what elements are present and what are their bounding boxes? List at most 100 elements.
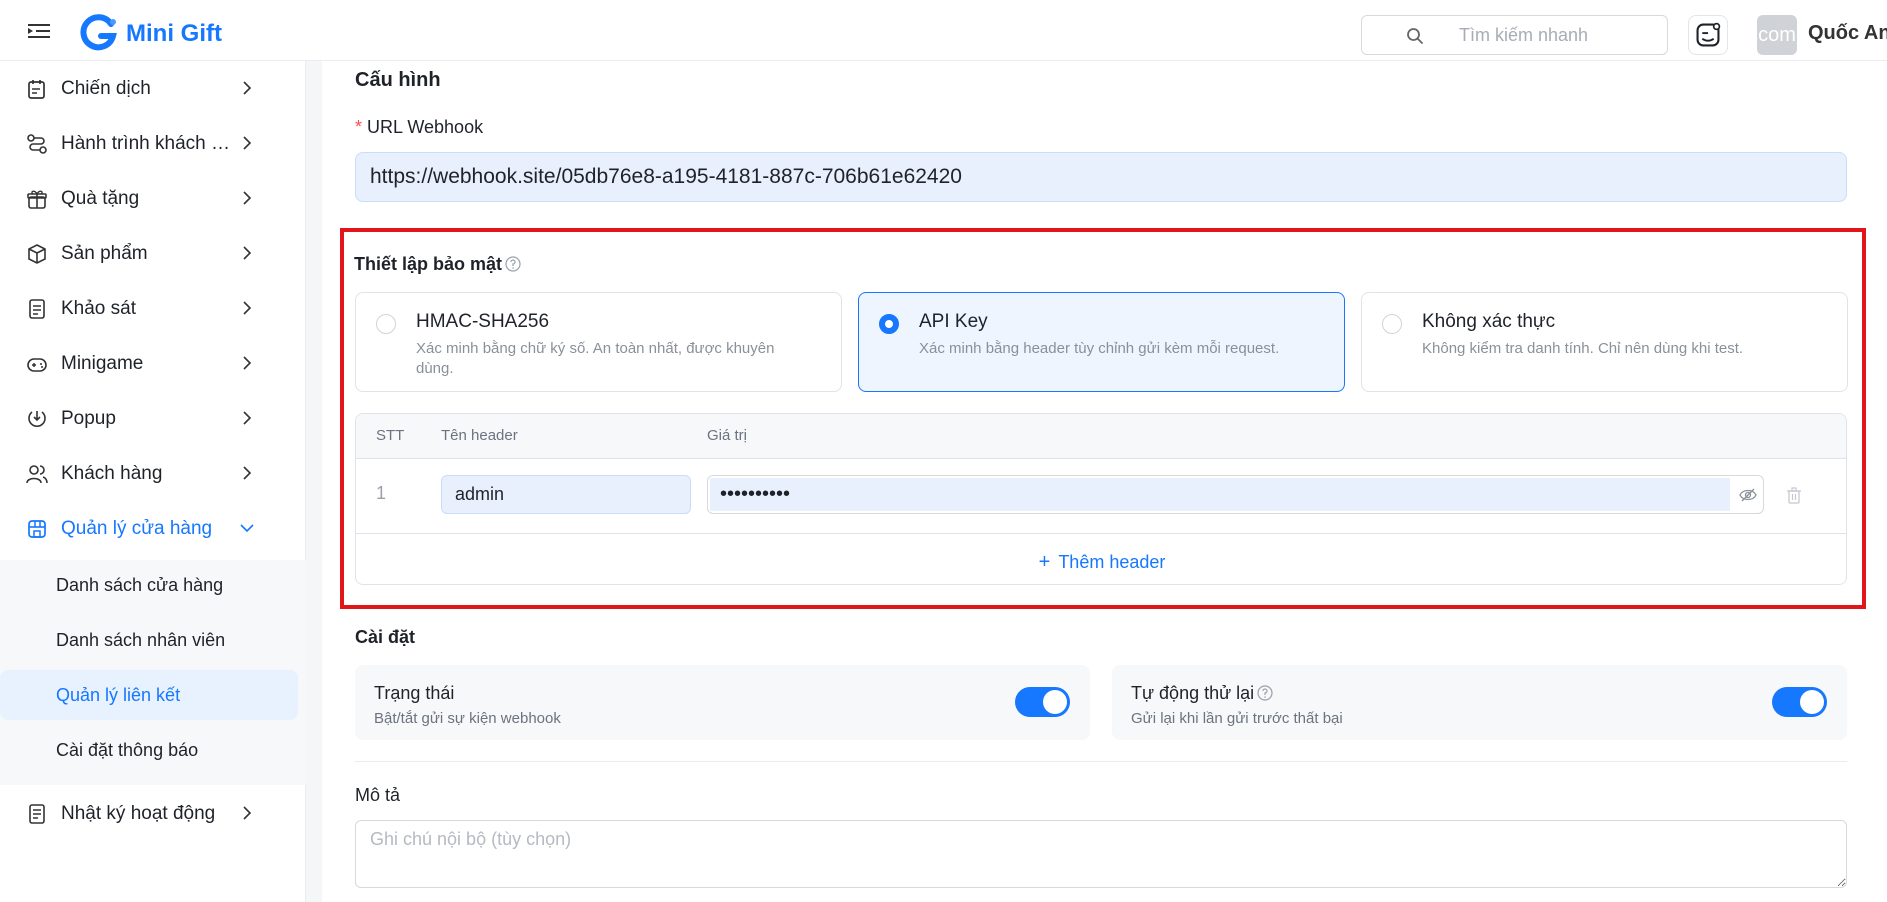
submenu-item-store-list[interactable]: Danh sách cửa hàng <box>0 560 298 610</box>
chevron-right-icon <box>243 136 252 150</box>
gift-icon <box>27 190 47 209</box>
auth-option-title: API Key <box>919 311 988 332</box>
auth-option-desc: Không kiểm tra danh tính. Chỉ nên dùng k… <box>1422 340 1744 357</box>
sidebar-item-customers[interactable]: Khách hàng <box>0 446 306 501</box>
retry-title: Tự động thử lại <box>1131 683 1255 703</box>
submenu-item-label: Cài đặt thông báo <box>56 740 199 760</box>
top-bar: Mini Gift com Quốc An <box>0 0 1887 61</box>
header-value-field[interactable] <box>707 475 1764 514</box>
search-icon <box>1407 28 1423 44</box>
survey-icon <box>29 299 45 319</box>
section-divider <box>355 761 1847 762</box>
radio-hmac[interactable] <box>376 314 396 334</box>
submenu-item-label: Danh sách nhân viên <box>56 630 226 650</box>
header-name-input[interactable] <box>441 475 691 514</box>
delete-row-icon[interactable] <box>1786 487 1802 504</box>
route-icon <box>27 134 47 154</box>
store-submenu: Danh sách cửa hàng Danh sách nhân viên Q… <box>0 560 306 785</box>
settings-title: Cài đặt <box>355 627 416 647</box>
col-value-header: Giá trị <box>707 427 748 444</box>
sidebar-item-campaigns[interactable]: Chiến dịch <box>0 61 306 116</box>
col-index-header: STT <box>376 427 405 444</box>
chevron-right-icon <box>243 411 252 425</box>
plus-icon: + <box>1038 551 1051 573</box>
sidebar-item-label: Khách hàng <box>61 463 163 484</box>
chevron-right-icon <box>243 191 252 205</box>
log-icon <box>29 804 45 824</box>
store-icon <box>28 520 46 538</box>
radio-none[interactable] <box>1382 314 1402 334</box>
retry-setting-card: Tự động thử lại Gửi lại khi lần gửi trướ… <box>1112 665 1847 740</box>
status-setting-card: Trạng thái Bật/tắt gửi sự kiện webhook <box>355 665 1090 740</box>
url-label: URL Webhook <box>367 117 484 137</box>
sidebar-item-label: Quản lý cửa hàng <box>61 518 213 539</box>
sidebar-item-surveys[interactable]: Khảo sát <box>0 281 306 336</box>
sidebar-item-popup[interactable]: Popup <box>0 391 306 446</box>
sidebar-item-label: Minigame <box>61 353 144 374</box>
auth-option-none[interactable]: Không xác thực Không kiểm tra danh tính.… <box>1361 292 1848 392</box>
sidebar-item-customer-journey[interactable]: Hành trình khách hàng <box>0 116 306 171</box>
submenu-item-staff-list[interactable]: Danh sách nhân viên <box>0 615 298 665</box>
help-icon[interactable] <box>1257 685 1273 701</box>
chevron-down-icon <box>240 524 254 533</box>
security-title: Thiết lập bảo mật <box>354 254 503 274</box>
auth-option-title: HMAC-SHA256 <box>416 311 550 332</box>
sidebar-item-store-management[interactable]: Quản lý cửa hàng <box>0 501 306 556</box>
brand-name: Mini Gift <box>126 20 222 47</box>
retry-desc: Gửi lại khi lần gửi trước thất bại <box>1131 710 1343 727</box>
submenu-item-link-management[interactable]: Quản lý liên kết <box>0 670 298 720</box>
webhook-url-input[interactable] <box>355 152 1847 202</box>
help-icon[interactable] <box>505 256 521 272</box>
submenu-item-label: Quản lý liên kết <box>56 685 181 705</box>
sidebar-item-label: Nhật ký hoạt động <box>61 803 216 824</box>
auth-option-hmac[interactable]: HMAC-SHA256 Xác minh bằng chữ ký số. An … <box>355 292 842 392</box>
url-label-wrapper: * URL Webhook <box>355 117 483 138</box>
chevron-right-icon <box>243 806 252 820</box>
box-icon <box>28 244 46 264</box>
radio-api-key[interactable] <box>879 314 899 334</box>
status-toggle[interactable] <box>1015 687 1070 717</box>
menu-toggle-icon[interactable] <box>28 24 50 38</box>
status-desc: Bật/tắt gửi sự kiện webhook <box>374 710 561 727</box>
table-header-row: STT Tên header Giá trị <box>356 414 1846 459</box>
sidebar-item-gifts[interactable]: Quà tặng <box>0 171 306 226</box>
retry-title-wrapper: Tự động thử lại <box>1131 683 1273 704</box>
chevron-right-icon <box>243 466 252 480</box>
retry-toggle[interactable] <box>1772 687 1827 717</box>
auth-option-title: Không xác thực <box>1422 311 1556 332</box>
sidebar: Chiến dịch Hành trình khách hàng Quà tặn… <box>0 61 306 902</box>
chevron-right-icon <box>243 81 252 95</box>
chevron-right-icon <box>243 356 252 370</box>
search-input[interactable] <box>1459 24 1654 46</box>
notification-button[interactable] <box>1688 15 1728 55</box>
chevron-right-icon <box>243 246 252 260</box>
sidebar-item-minigame[interactable]: Minigame <box>0 336 306 391</box>
popup-icon <box>28 411 46 427</box>
sidebar-item-activity-log[interactable]: Nhật ký hoạt động <box>0 786 306 841</box>
add-header-label: Thêm header <box>1058 552 1166 572</box>
auth-option-desc: Xác minh bằng header tùy chỉnh gửi kèm m… <box>919 340 1280 357</box>
quick-search[interactable] <box>1361 15 1668 55</box>
description-label: Mô tả <box>355 785 401 805</box>
toggle-knob <box>1043 690 1067 714</box>
user-name[interactable]: Quốc An <box>1808 22 1887 45</box>
submenu-item-label: Danh sách cửa hàng <box>56 575 224 595</box>
sidebar-item-products[interactable]: Sản phẩm <box>0 226 306 281</box>
submenu-item-notification-settings[interactable]: Cài đặt thông báo <box>0 725 298 775</box>
sidebar-item-label: Popup <box>61 408 116 429</box>
header-table: STT Tên header Giá trị 1 + Thêm header <box>355 413 1847 585</box>
sidebar-item-label: Sản phẩm <box>61 243 148 264</box>
add-header-button[interactable]: + Thêm header <box>356 533 1846 584</box>
status-title: Trạng thái <box>374 683 455 703</box>
brand-logo-icon <box>80 14 117 51</box>
eye-off-icon[interactable] <box>1739 486 1757 504</box>
sidebar-item-label: Khảo sát <box>61 298 136 319</box>
sidebar-item-label: Quà tặng <box>61 188 140 209</box>
auth-option-api-key[interactable]: API Key Xác minh bằng header tùy chỉnh g… <box>858 292 1345 392</box>
header-value-input[interactable] <box>710 478 1730 511</box>
users-icon <box>26 465 48 484</box>
description-textarea[interactable] <box>355 820 1847 888</box>
auth-option-desc: Xác minh bằng chữ ký số. An toàn nhất, đ… <box>416 340 775 377</box>
sidebar-item-label: Hành trình khách hàng <box>61 133 231 154</box>
avatar[interactable]: com <box>1757 15 1797 55</box>
